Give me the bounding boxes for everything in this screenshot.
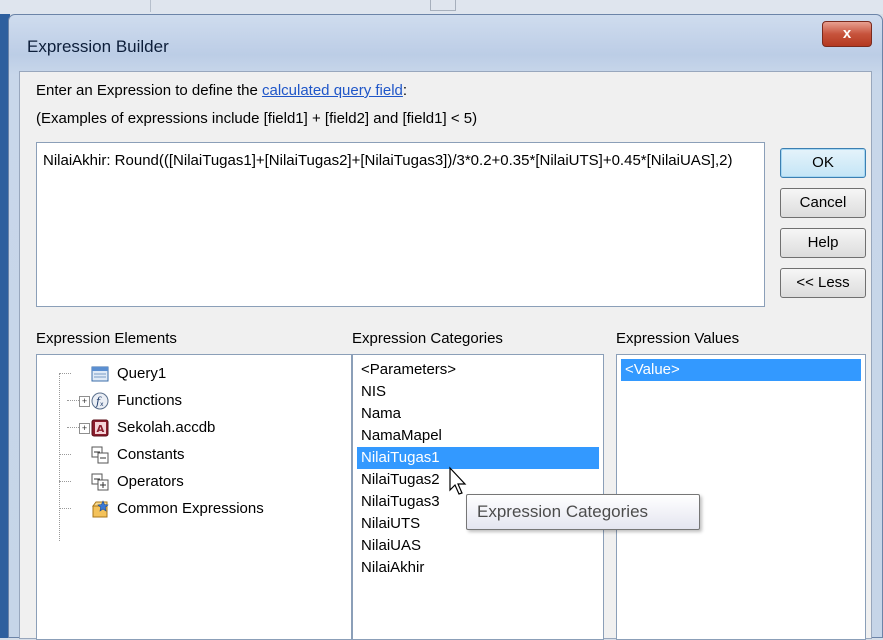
tree-connector [59,373,60,541]
tree-connector [59,508,71,509]
tree-connector [59,373,71,374]
svg-text:x: x [100,401,104,408]
instruction-line-1: Enter an Expression to define the calcul… [36,82,407,99]
expression-builder-dialog: Expression Builder x Enter an Expression… [8,14,883,640]
category-item[interactable]: NilaiUAS [357,535,421,557]
instruction-colon: : [402,82,408,99]
expand-icon[interactable]: + [79,396,90,407]
category-item[interactable]: Nama [357,403,401,425]
expression-elements-tree[interactable]: Query1 + fx Functions + A Sekolah.accdb … [36,354,352,640]
query-icon [91,366,109,382]
category-item[interactable]: <Parameters> [357,359,456,381]
tree-item-label: Sekolah.accdb [117,419,216,436]
expression-values-label: Expression Values [616,330,740,347]
expand-icon[interactable]: + [79,423,90,434]
category-item[interactable]: NilaiAkhir [357,557,424,579]
category-item[interactable]: NilaiTugas2 [357,469,440,491]
expression-categories-label: Expression Categories [352,330,503,347]
tree-item-operators[interactable]: Operators [91,470,184,494]
tree-item-sekolah-accdb[interactable]: + A Sekolah.accdb [79,416,216,440]
tree-item-label: Operators [117,473,184,490]
tree-item-label: Common Expressions [117,500,264,517]
tree-item-common-expressions[interactable]: Common Expressions [92,497,264,521]
instruction-text: Enter an Expression to define the [36,82,262,99]
tree-item-constants[interactable]: Constants [91,443,185,467]
tooltip: Expression Categories [466,494,700,530]
close-button[interactable]: x [822,21,872,47]
database-icon: A [91,419,109,437]
constants-icon [91,446,109,464]
dialog-client-area: Enter an Expression to define the calcul… [19,71,872,640]
background-control [430,0,456,11]
category-item[interactable]: NIS [357,381,386,403]
tree-item-query1[interactable]: Query1 [91,362,167,386]
svg-text:A: A [97,424,105,435]
value-item-selected[interactable]: <Value> [621,359,861,381]
background-window-strip [0,0,883,14]
category-item[interactable]: NilaiTugas3 [357,491,440,513]
function-icon: fx [91,392,109,410]
tree-item-label: Constants [117,446,185,463]
tree-item-functions[interactable]: + fx Functions [79,389,183,413]
help-button[interactable]: Help [780,228,866,258]
background-divider [150,0,271,12]
category-item[interactable]: NamaMapel [357,425,442,447]
dialog-title: Expression Builder [27,37,169,56]
category-item-selected[interactable]: NilaiTugas1 [357,447,599,469]
tree-connector [59,481,71,482]
common-expressions-icon [92,500,109,518]
expression-elements-label: Expression Elements [36,330,177,347]
operators-icon [91,473,109,491]
instruction-line-2: (Examples of expressions include [field1… [36,110,478,127]
ok-button[interactable]: OK [780,148,866,178]
tree-connector [67,427,79,428]
expression-input[interactable]: NilaiAkhir: Round(([NilaiTugas1]+[NilaiT… [36,142,765,307]
tree-item-label: Query1 [117,365,167,382]
category-item[interactable]: NilaiUTS [357,513,420,535]
tree-connector [59,454,71,455]
calculated-query-field-link[interactable]: calculated query field [262,82,403,99]
tree-connector [67,400,79,401]
tree-item-label: Functions [117,392,183,409]
cancel-button[interactable]: Cancel [780,188,866,218]
less-button[interactable]: << Less [780,268,866,298]
